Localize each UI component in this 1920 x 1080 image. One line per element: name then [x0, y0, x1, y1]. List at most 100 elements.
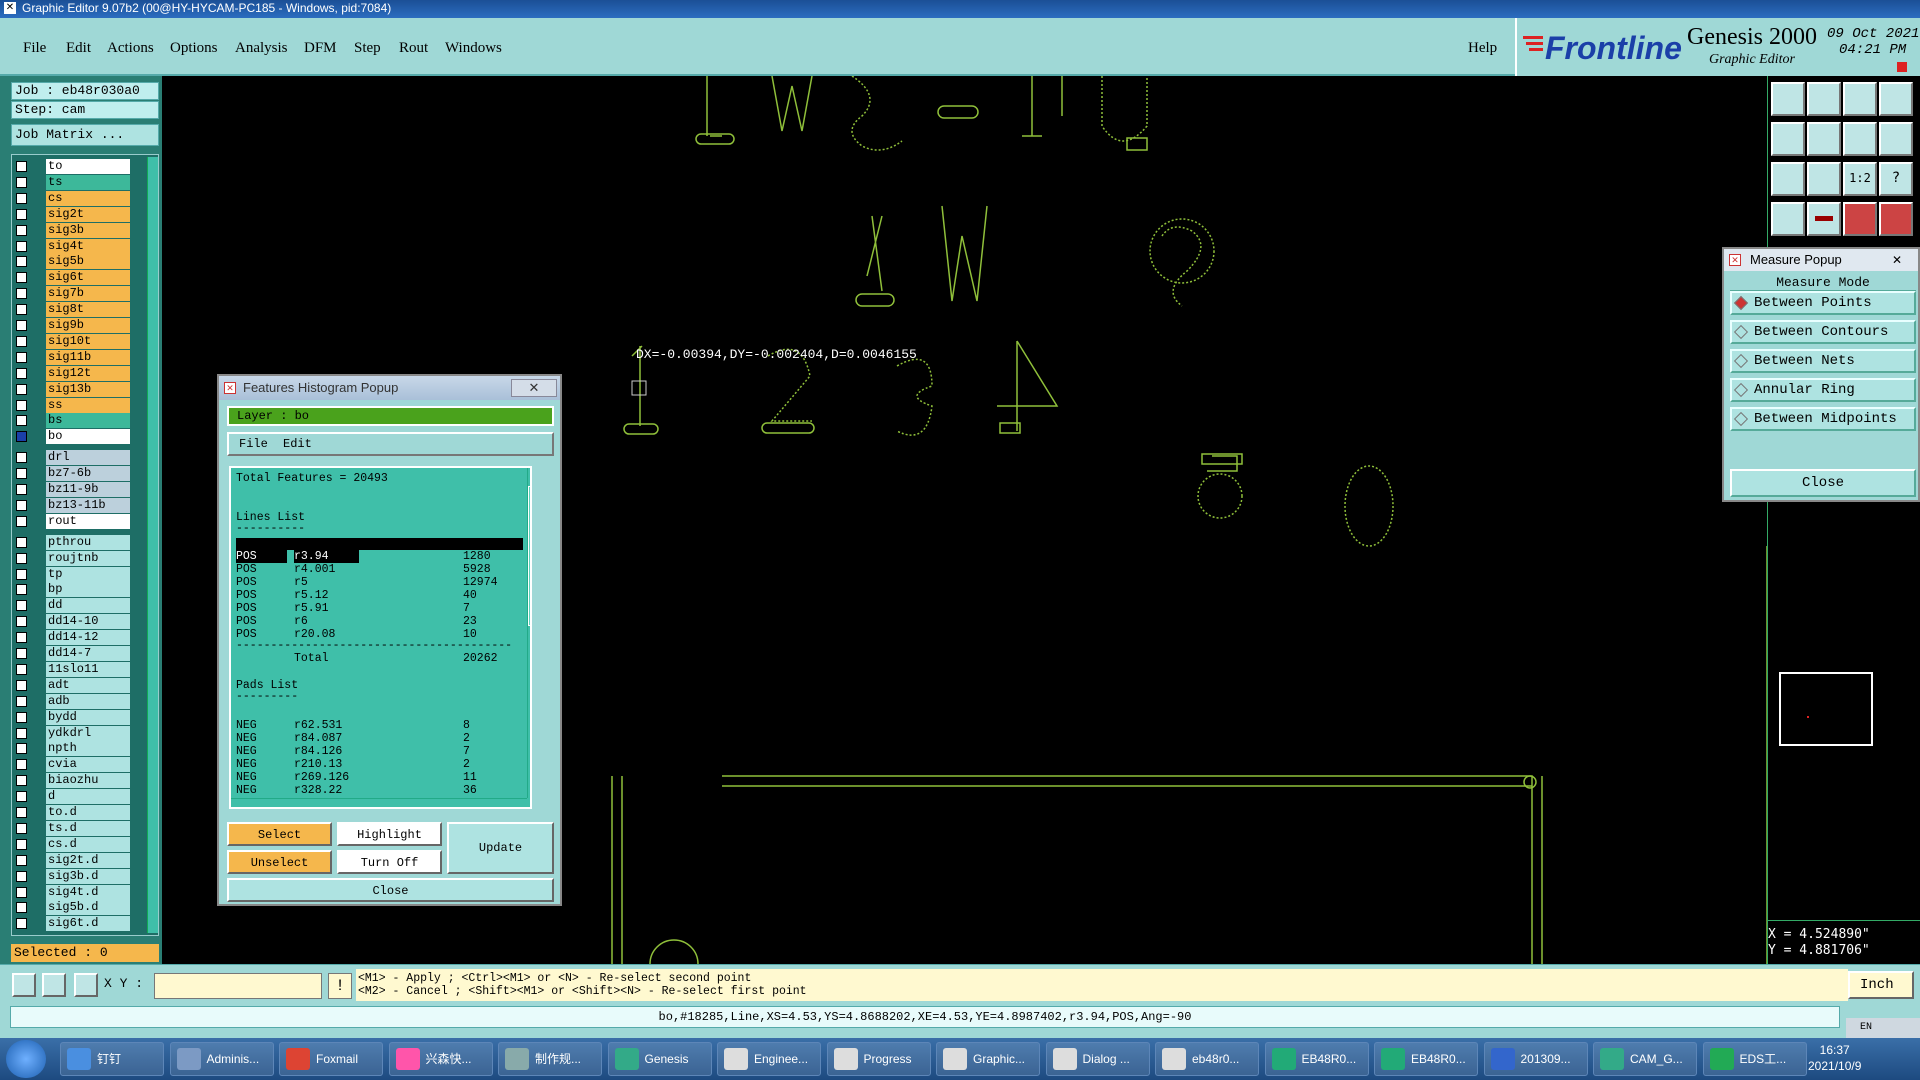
layer-row-sig3b.d[interactable]: sig3b.d	[14, 868, 130, 884]
layer-checkbox[interactable]	[16, 822, 27, 834]
layer-name[interactable]: dd	[46, 598, 130, 614]
layer-name[interactable]: cs.d	[46, 836, 130, 852]
layer-name[interactable]: sig2t	[46, 206, 130, 222]
layer-row-sig10t[interactable]: sig10t	[14, 333, 130, 349]
layer-row-sig12t[interactable]: sig12t	[14, 365, 130, 381]
layer-checkbox[interactable]	[16, 272, 27, 284]
layer-list-scrollbar[interactable]	[147, 157, 158, 933]
layer-name[interactable]: to.d	[46, 805, 130, 820]
layer-name[interactable]: sig11b	[46, 349, 130, 365]
update-button[interactable]: Update	[447, 822, 554, 874]
layer-name[interactable]: roujtnb	[46, 550, 130, 566]
layer-name[interactable]: sig4t.d	[46, 884, 130, 900]
menu-step[interactable]: Step	[354, 40, 381, 57]
layer-row-bz13-11b[interactable]: bz13-11b	[14, 497, 130, 513]
measure-option-between-midpoints[interactable]: Between Midpoints	[1730, 407, 1916, 431]
zoom-out-icon[interactable]	[1807, 82, 1841, 116]
layer-row-adt[interactable]: adt	[14, 677, 130, 693]
layer-row-sig5b.d[interactable]: sig5b.d	[14, 900, 130, 916]
layer-name[interactable]: sig8t	[46, 302, 130, 318]
scroll-thumb[interactable]	[528, 486, 530, 626]
layer-row-biaozhu[interactable]: biaozhu	[14, 773, 130, 789]
layer-name[interactable]: sig5b.d	[46, 900, 130, 916]
histogram-hscrollbar[interactable]	[231, 798, 527, 807]
layer-name[interactable]: sig4t	[46, 238, 130, 254]
alert-icon[interactable]: !	[328, 973, 352, 999]
layer-checkbox[interactable]	[16, 176, 27, 188]
taskbar-item[interactable]: Dialog ...	[1045, 1042, 1150, 1076]
menu-edit[interactable]: Edit	[66, 40, 91, 57]
taskbar-item[interactable]: 兴森快...	[388, 1042, 493, 1076]
layer-row-bz7-6b[interactable]: bz7-6b	[14, 466, 130, 482]
layer-name[interactable]: ss	[46, 397, 130, 413]
layer-name[interactable]: sig6t	[46, 270, 130, 286]
layer-row-sig8t[interactable]: sig8t	[14, 302, 130, 318]
units-selector[interactable]: Inch	[1848, 971, 1914, 999]
fit-icon[interactable]	[1771, 162, 1805, 196]
taskbar-item[interactable]: 201309...	[1483, 1042, 1588, 1076]
menu-actions[interactable]: Actions	[107, 40, 154, 57]
help-icon[interactable]: ?	[1879, 162, 1913, 196]
measure-option-between-contours[interactable]: Between Contours	[1730, 320, 1916, 344]
taskbar-item[interactable]: EB48R0...	[1264, 1042, 1369, 1076]
layer-name[interactable]: sig5b	[46, 254, 130, 270]
layer-row-d[interactable]: d	[14, 789, 130, 805]
taskbar-item[interactable]: EB48R0...	[1374, 1042, 1478, 1076]
layer-name[interactable]: bz13-11b	[46, 497, 130, 513]
layer-row-bo[interactable]: bo	[14, 429, 130, 445]
layer-name[interactable]: adb	[46, 693, 130, 709]
layer-name[interactable]: ts	[46, 174, 130, 190]
layer-name[interactable]: sig6t.d	[46, 916, 130, 932]
layer-checkbox[interactable]	[16, 679, 27, 691]
layer-checkbox[interactable]	[16, 351, 27, 363]
layer-checkbox[interactable]	[16, 743, 27, 755]
measure-tool-icon[interactable]	[1771, 202, 1805, 236]
layer-checkbox[interactable]	[16, 499, 27, 511]
layer-name[interactable]: cs	[46, 190, 130, 206]
layer-row-dd14-10[interactable]: dd14-10	[14, 614, 130, 630]
layer-row-npth[interactable]: npth	[14, 741, 130, 757]
layer-checkbox[interactable]	[16, 468, 27, 480]
measure-option-annular-ring[interactable]: Annular Ring	[1730, 378, 1916, 402]
layer-row-sig6t[interactable]: sig6t	[14, 270, 130, 286]
layer-name[interactable]: d	[46, 789, 130, 805]
close-icon[interactable]: ✕	[1892, 249, 1902, 271]
highlight-button[interactable]: Highlight	[337, 822, 442, 846]
layer-row-to[interactable]: to	[14, 159, 130, 174]
measure-option-between-points[interactable]: Between Points	[1730, 291, 1916, 315]
layer-name[interactable]: bp	[46, 582, 130, 598]
taskbar-item[interactable]: Enginee...	[717, 1042, 821, 1076]
select-button[interactable]: Select	[227, 822, 332, 846]
layer-row-tp[interactable]: tp	[14, 566, 130, 582]
overview-map[interactable]	[1779, 672, 1873, 746]
layer-row-sig7b[interactable]: sig7b	[14, 286, 130, 302]
layer-checkbox[interactable]	[16, 367, 27, 379]
taskbar-item[interactable]: 制作规...	[498, 1042, 602, 1076]
layer-checkbox[interactable]	[16, 648, 27, 659]
layer-name[interactable]: biaozhu	[46, 773, 130, 789]
layer-name[interactable]: sig3b.d	[46, 868, 130, 884]
layer-name[interactable]: dd14-7	[46, 646, 130, 661]
layer-checkbox[interactable]	[16, 415, 27, 427]
layer-name[interactable]: 11slo11	[46, 661, 130, 677]
layer-checkbox[interactable]	[16, 632, 27, 644]
language-indicator[interactable]: EN	[1846, 1018, 1920, 1038]
layer-checkbox[interactable]	[16, 161, 27, 172]
histogram-titlebar[interactable]: ✕ Features Histogram Popup ✕	[219, 376, 560, 400]
layer-checkbox[interactable]	[16, 902, 27, 914]
layer-checkbox[interactable]	[16, 288, 27, 300]
layer-name[interactable]: drl	[46, 450, 130, 466]
taskbar-item[interactable]: EDS工...	[1702, 1042, 1807, 1076]
layer-row-cvia[interactable]: cvia	[14, 757, 130, 773]
layer-row-ts[interactable]: ts	[14, 174, 130, 190]
pan-left-icon[interactable]	[1771, 122, 1805, 156]
histogram-close-button[interactable]: Close	[227, 878, 554, 902]
layer-row-bs[interactable]: bs	[14, 413, 130, 429]
taskbar-item[interactable]: Genesis	[607, 1042, 712, 1076]
layer-checkbox[interactable]	[16, 568, 27, 580]
layer-name[interactable]: bz11-9b	[46, 482, 130, 497]
layer-name[interactable]: bz7-6b	[46, 466, 130, 482]
layer-checkbox[interactable]	[16, 886, 27, 898]
select-mode-icon[interactable]	[12, 973, 36, 997]
layer-checkbox[interactable]	[16, 383, 27, 395]
